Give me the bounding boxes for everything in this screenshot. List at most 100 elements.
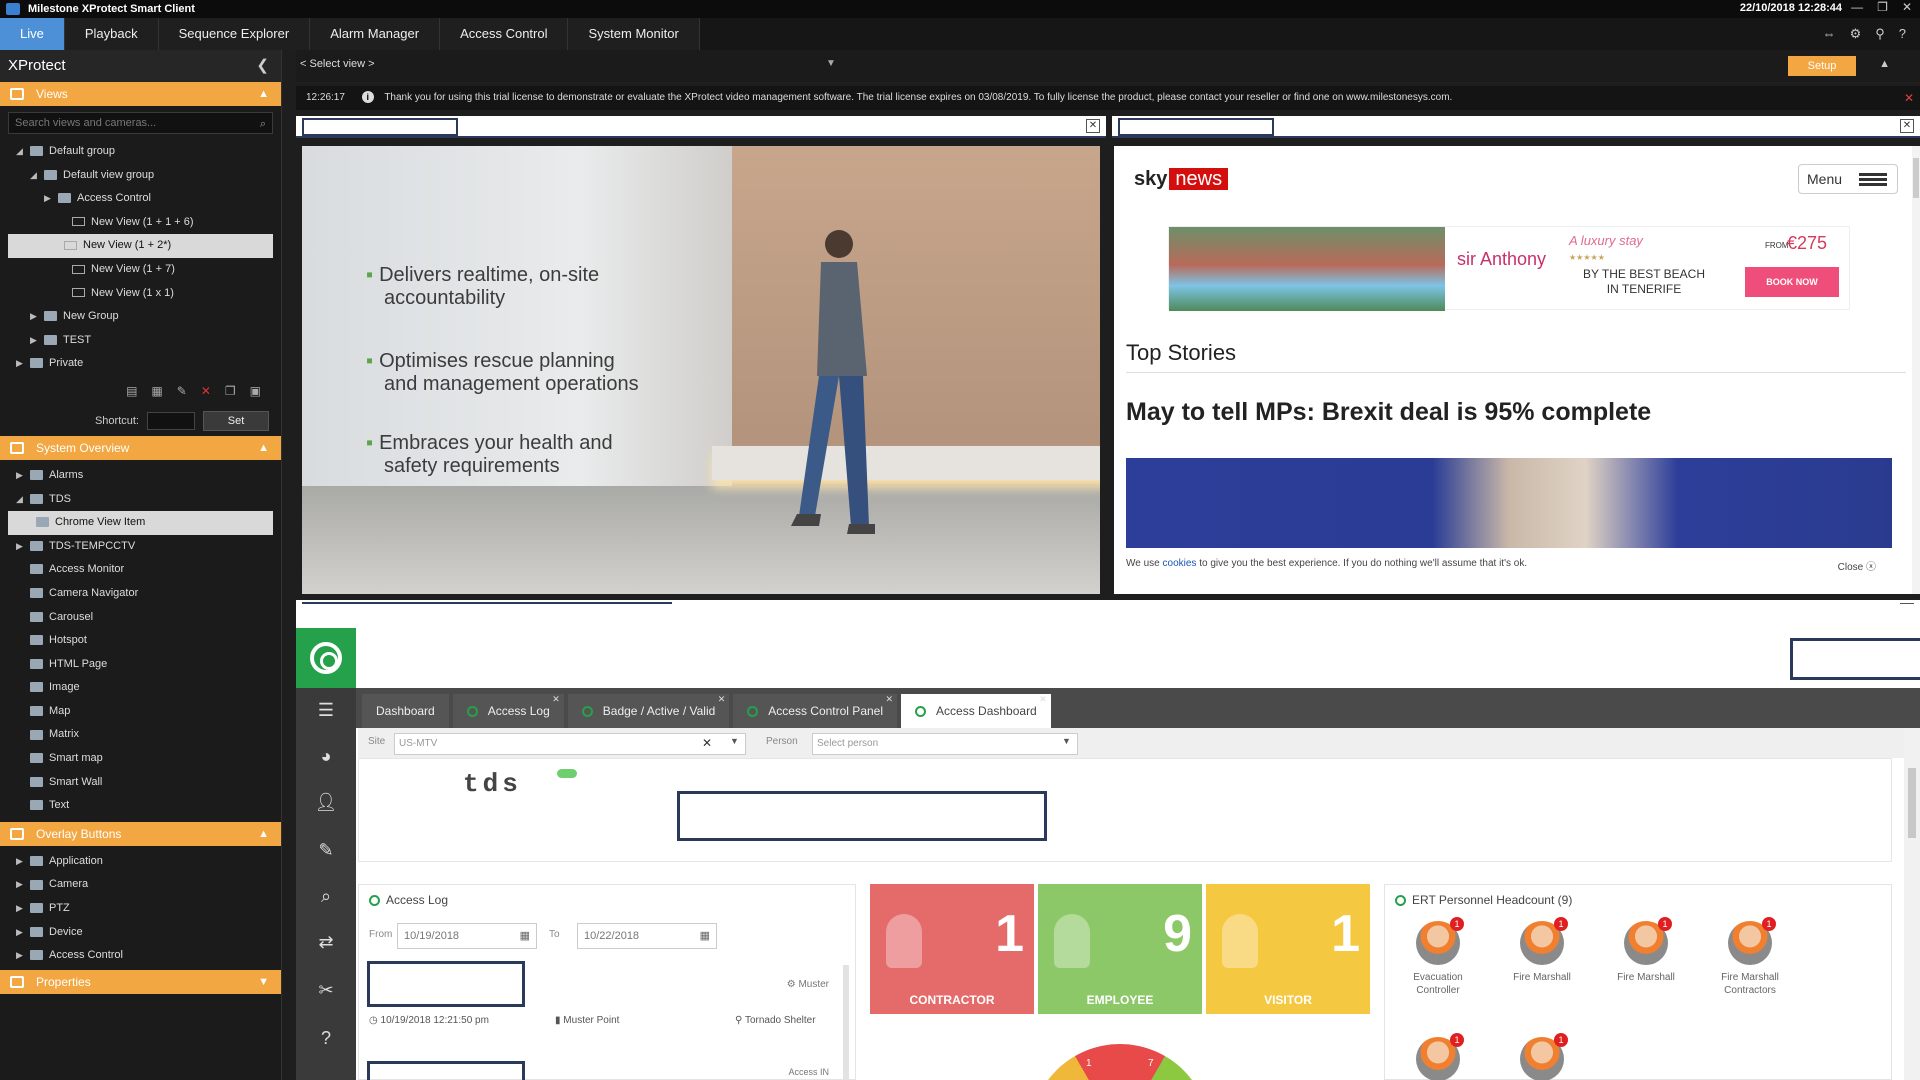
tab-system-monitor[interactable]: System Monitor: [568, 18, 700, 50]
tree-item[interactable]: New View (1 x 1): [0, 282, 281, 306]
system-tree-item[interactable]: Matrix: [0, 723, 281, 747]
expand-arrow-icon[interactable]: ▶: [16, 897, 23, 921]
tools-icon[interactable]: ✂: [314, 980, 338, 1002]
help-icon[interactable]: ?: [314, 1028, 338, 1050]
close-icon[interactable]: ✕: [1900, 119, 1914, 133]
story-image[interactable]: [1126, 458, 1892, 548]
set-button[interactable]: Set: [203, 410, 269, 431]
close-tab-icon[interactable]: ✕: [718, 682, 726, 716]
scrollbar[interactable]: [1912, 146, 1920, 594]
person-select[interactable]: Select person: [812, 733, 1078, 755]
cookies-link[interactable]: cookies: [1163, 558, 1197, 569]
new-group-icon[interactable]: ▤: [126, 384, 137, 398]
system-tree-item[interactable]: Smart Wall: [0, 771, 281, 795]
restore-icon[interactable]: ❐: [1877, 0, 1888, 14]
ert-role[interactable]: 1 Fire Marshall: [1601, 917, 1691, 984]
expand-arrow-icon[interactable]: ▶: [44, 187, 51, 211]
overlay-tree-item[interactable]: ▶ Camera: [0, 873, 281, 897]
overlay-tree-item[interactable]: ▶ Device: [0, 921, 281, 945]
edit-icon[interactable]: ✎: [314, 840, 338, 862]
properties-header[interactable]: Properties ▼: [0, 969, 281, 994]
expand-arrow-icon[interactable]: ▶: [16, 921, 23, 945]
search-views-input[interactable]: Search views and cameras... ⌕: [8, 112, 273, 134]
tree-item[interactable]: ◢ Default view group: [0, 164, 281, 188]
system-tree-item[interactable]: Smart map: [0, 747, 281, 771]
delete-icon[interactable]: ✕: [201, 384, 211, 398]
paste-icon[interactable]: ▣: [250, 384, 261, 398]
expand-arrow-icon[interactable]: ◢: [30, 164, 37, 188]
system-tree-item[interactable]: Carousel: [0, 606, 281, 630]
tree-item[interactable]: New View (1 + 1 + 6): [0, 211, 281, 235]
copy-icon[interactable]: ❐: [225, 384, 236, 398]
setup-button[interactable]: Setup: [1788, 56, 1856, 76]
site-select[interactable]: US-MTV: [394, 733, 746, 755]
close-tab-icon[interactable]: ✕: [885, 682, 893, 716]
chevron-down-icon[interactable]: ▼: [730, 736, 739, 746]
tab-alarm-manager[interactable]: Alarm Manager: [310, 18, 441, 50]
ert-role[interactable]: 1: [1497, 1033, 1587, 1080]
shortcut-input[interactable]: [147, 411, 195, 430]
ert-role[interactable]: 1 Evacuation Controller: [1393, 917, 1483, 997]
back-forward-icon[interactable]: ⇔: [1823, 26, 1836, 42]
edit-icon[interactable]: ✎: [177, 384, 187, 398]
from-date-input[interactable]: 10/19/2018 ▦: [397, 923, 537, 949]
select-view-dropdown[interactable]: < Select view >: [300, 58, 375, 70]
ert-role[interactable]: 1 Fire Marshall: [1497, 917, 1587, 984]
headline-link[interactable]: May to tell MPs: Brexit deal is 95% comp…: [1126, 398, 1651, 427]
book-now-button[interactable]: BOOK NOW: [1745, 267, 1839, 297]
tree-item[interactable]: ◢ Default group: [0, 140, 281, 164]
tds-logo-icon[interactable]: [296, 628, 356, 688]
tab-playback[interactable]: Playback: [64, 18, 159, 50]
overlay-tree-item[interactable]: ▶ PTZ: [0, 897, 281, 921]
system-tree-item[interactable]: Map: [0, 700, 281, 724]
visitor-card[interactable]: 1 VISITOR: [1206, 884, 1370, 1014]
contractor-card[interactable]: 1 CONTRACTOR: [870, 884, 1034, 1014]
system-tree-item[interactable]: Hotspot: [0, 629, 281, 653]
advert-banner[interactable]: sir Anthony A luxury stay ★★★★★ BY THE BE…: [1168, 226, 1850, 311]
system-tree-item[interactable]: Access Monitor: [0, 558, 281, 582]
expand-arrow-icon[interactable]: ◢: [16, 140, 23, 164]
close-icon[interactable]: ✕: [1086, 119, 1100, 133]
app-tab[interactable]: Access Log ✕: [452, 694, 564, 728]
app-tab[interactable]: Dashboard: [362, 694, 449, 728]
chevron-up-icon[interactable]: ▲: [258, 822, 269, 846]
system-tree-item[interactable]: Image: [0, 676, 281, 700]
chevron-up-icon[interactable]: ▲: [1879, 58, 1890, 70]
system-tree-item[interactable]: ◢ TDS: [0, 488, 281, 512]
chevron-up-icon[interactable]: ▲: [258, 82, 269, 106]
system-tree-item[interactable]: Chrome View Item: [8, 511, 273, 535]
close-notice-icon[interactable]: ✕: [1904, 86, 1914, 110]
overlay-tree-item[interactable]: ▶ Application: [0, 850, 281, 874]
chevron-down-icon[interactable]: ▼: [826, 58, 836, 69]
camera-video-feed[interactable]: ▪ Delivers realtime, on-site accountabili…: [302, 146, 1100, 594]
tab-live[interactable]: Live: [0, 18, 65, 50]
user-icon[interactable]: 👤︎: [314, 792, 338, 814]
minimize-icon[interactable]: —: [1851, 0, 1863, 14]
expand-arrow-icon[interactable]: ▶: [16, 873, 23, 897]
cookie-close-button[interactable]: Close ⓧ: [1838, 558, 1876, 573]
ert-role[interactable]: 1 Fire Marshall Contractors: [1705, 917, 1795, 997]
system-tree-item[interactable]: HTML Page: [0, 653, 281, 677]
system-overview-header[interactable]: System Overview ▲: [0, 435, 281, 460]
search-icon[interactable]: ⌕: [260, 114, 266, 134]
overlay-buttons-header[interactable]: Overlay Buttons ▲: [0, 821, 281, 846]
app-tab[interactable]: Badge / Active / Valid ✕: [567, 694, 730, 728]
scrollbar[interactable]: [1904, 728, 1920, 1080]
app-tab[interactable]: Access Control Panel ✕: [733, 694, 898, 728]
tab-sequence-explorer[interactable]: Sequence Explorer: [158, 18, 311, 50]
tree-item[interactable]: ▶ New Group: [0, 305, 281, 329]
transfer-icon[interactable]: ⇄: [314, 932, 338, 954]
collapse-sidebar-icon[interactable]: ❮: [256, 50, 269, 82]
tree-item[interactable]: ▶ TEST: [0, 329, 281, 353]
new-view-icon[interactable]: ▦: [151, 384, 162, 398]
tree-item[interactable]: New View (1 + 2*): [8, 234, 273, 258]
close-tab-icon[interactable]: ✕: [552, 682, 560, 716]
system-tree-item[interactable]: ▶ Alarms: [0, 464, 281, 488]
views-panel-header[interactable]: Views ▲: [0, 82, 281, 106]
expand-arrow-icon[interactable]: ▶: [16, 944, 23, 968]
help-icon[interactable]: ?: [1899, 26, 1906, 42]
tree-item[interactable]: ▶ Access Control: [0, 187, 281, 211]
sky-news-logo[interactable]: sky news: [1134, 168, 1229, 191]
system-tree-item[interactable]: Camera Navigator: [0, 582, 281, 606]
menu-button[interactable]: Menu: [1798, 164, 1898, 194]
